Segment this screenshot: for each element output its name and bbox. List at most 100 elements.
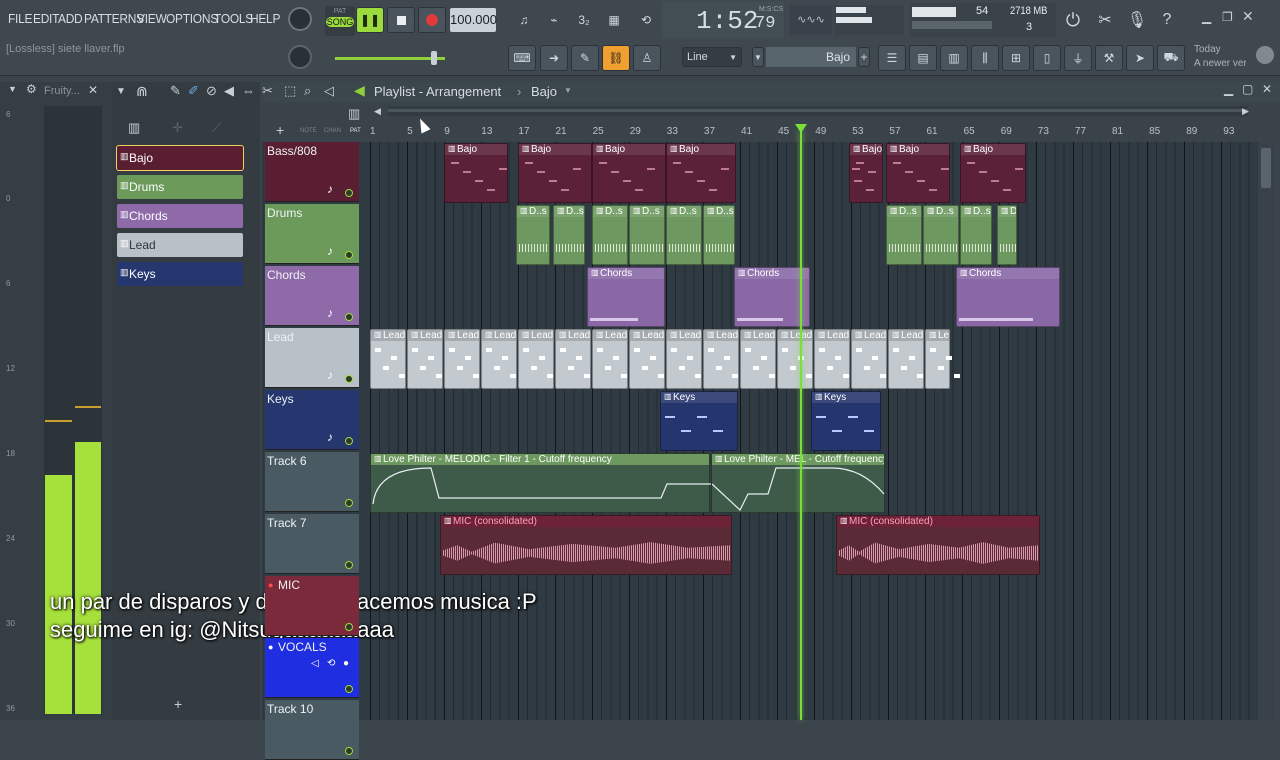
- clip-chords[interactable]: Chords ▥: [956, 267, 1060, 327]
- gear-icon[interactable]: ⚙: [26, 82, 37, 96]
- snap-select[interactable]: Line ▼: [682, 47, 742, 67]
- track-mute-indicator[interactable]: [345, 685, 353, 693]
- track-mute-indicator[interactable]: [345, 313, 353, 321]
- send-icon[interactable]: ➤: [1126, 45, 1154, 71]
- picker-item-drums[interactable]: ▥ Drums: [117, 175, 243, 199]
- tool-slip-icon[interactable]: ⇔: [242, 83, 255, 98]
- clip-mic[interactable]: MIC (consolidated) ▥: [836, 515, 1040, 575]
- loop-record-icon[interactable]: ⟲: [632, 7, 660, 33]
- piano-roll-icon[interactable]: ▤: [909, 45, 937, 71]
- minimize-icon[interactable]: ▁: [1202, 10, 1211, 24]
- playlist-minimize-icon[interactable]: ▁: [1224, 82, 1233, 96]
- clip-lead[interactable]: Lead▥: [777, 329, 813, 389]
- pencil-icon[interactable]: ✎: [571, 45, 599, 71]
- track-header-vocals[interactable]: ● VOCALS ◁ ⟲ ●: [265, 638, 359, 698]
- shop-icon[interactable]: ⛟: [1157, 45, 1185, 71]
- clip-bajo[interactable]: Bajo ▥: [886, 143, 950, 203]
- main-volume-slider[interactable]: [335, 51, 445, 65]
- track-header-lead[interactable]: Lead ♪: [265, 328, 359, 388]
- playlist-pattern[interactable]: Bajo: [531, 84, 557, 99]
- pattern-icon[interactable]: ▥: [348, 106, 360, 122]
- scroll-left-icon[interactable]: ◀: [374, 106, 381, 117]
- track-header-chords[interactable]: Chords ♪: [265, 266, 359, 326]
- playhead-marker-icon[interactable]: [795, 124, 807, 133]
- track-mute-indicator[interactable]: [345, 189, 353, 197]
- master-volume-knob[interactable]: [288, 7, 312, 31]
- clip-lead[interactable]: Lead▥: [518, 329, 554, 389]
- news-item[interactable]: A newer versi: [1194, 58, 1246, 69]
- playlist-maximize-icon[interactable]: ▢: [1242, 82, 1253, 96]
- pat-song-toggle[interactable]: PAT SONG: [325, 6, 355, 36]
- pattern-select[interactable]: Bajo: [766, 47, 856, 67]
- wait-input-icon[interactable]: ⌁: [540, 7, 568, 33]
- clip-lead[interactable]: Lead▥: [555, 329, 591, 389]
- menu-tools[interactable]: TOOLS: [214, 11, 253, 26]
- tool-mute-icon[interactable]: ◀: [224, 83, 234, 99]
- track-mute-indicator[interactable]: [345, 499, 353, 507]
- general-settings-icon[interactable]: ✂: [1092, 7, 1118, 33]
- help-icon[interactable]: ?: [1154, 7, 1180, 33]
- menu-add[interactable]: ADD: [58, 11, 83, 26]
- next-arrow-icon[interactable]: ➜: [540, 45, 568, 71]
- overview-scrollbar[interactable]: [388, 106, 1248, 116]
- clip-ds[interactable]: D..s▥: [553, 205, 585, 265]
- picker-item-keys[interactable]: ▥ Keys: [117, 262, 243, 286]
- clip-lead[interactable]: Lead▥: [481, 329, 517, 389]
- track-header-track-10[interactable]: Track 10: [265, 700, 359, 760]
- restore-icon[interactable]: ❐: [1222, 10, 1233, 24]
- clip-bajo[interactable]: Bajo ▥: [592, 143, 666, 203]
- clip-chords[interactable]: Chords ▥: [587, 267, 665, 327]
- clip-lead[interactable]: Lead▥: [592, 329, 628, 389]
- magnet-icon[interactable]: ⋒: [136, 83, 148, 100]
- channel-rack-icon[interactable]: ▥: [940, 45, 968, 71]
- track-mute-indicator[interactable]: [345, 561, 353, 569]
- clip-lead[interactable]: Lead▥: [666, 329, 702, 389]
- menu-file[interactable]: FILE: [8, 11, 32, 26]
- song-time-display[interactable]: 1:52 M:S:CS 79: [662, 2, 784, 38]
- track-header-keys[interactable]: Keys ♪: [265, 390, 359, 450]
- picker-mode-icon[interactable]: ▥: [128, 120, 140, 136]
- menu-edit[interactable]: EDIT: [33, 11, 59, 26]
- clip-ds[interactable]: D..s▥: [703, 205, 735, 265]
- clip-ds[interactable]: D..s▥: [997, 205, 1017, 265]
- vertical-scrollbar[interactable]: [1258, 142, 1274, 720]
- record-arm-icon[interactable]: ●: [268, 580, 273, 590]
- audio-settings-icon[interactable]: ⏻: [1060, 7, 1086, 33]
- track-mute-indicator[interactable]: [345, 375, 353, 383]
- track-header-track-6[interactable]: Track 6: [265, 452, 359, 512]
- stamp-icon[interactable]: ♙: [633, 45, 661, 71]
- step-edit-icon[interactable]: ▦: [600, 7, 628, 33]
- pause-button[interactable]: ❚❚: [356, 7, 384, 33]
- playhead[interactable]: [800, 130, 802, 720]
- menu-options[interactable]: OPTIONS: [166, 11, 218, 26]
- plugin-icon[interactable]: ⏚: [1064, 45, 1092, 71]
- link-icon[interactable]: ⛓: [602, 45, 630, 71]
- clip-lead[interactable]: Lead▥: [444, 329, 480, 389]
- add-track-icon[interactable]: +: [174, 696, 182, 712]
- clip-ds[interactable]: D..s▥: [629, 205, 665, 265]
- clip-lead[interactable]: Lead▥: [370, 329, 406, 389]
- browser-icon[interactable]: ⊞: [1002, 45, 1030, 71]
- pattern-select-arrow[interactable]: ▼: [752, 47, 764, 67]
- clip-ds[interactable]: D..s▥: [923, 205, 959, 265]
- microphone-icon[interactable]: 🎙: [1124, 7, 1150, 33]
- chevron-down-icon[interactable]: ▼: [116, 86, 126, 97]
- clip-chords[interactable]: Chords ▥: [734, 267, 810, 327]
- add-marker-icon[interactable]: +: [276, 122, 284, 138]
- tool-select-icon[interactable]: ⬚: [284, 83, 296, 99]
- tools-icon[interactable]: ⚒: [1095, 45, 1123, 71]
- chevron-down-icon[interactable]: ▼: [8, 84, 17, 94]
- clip-bajo[interactable]: Bajo ▥: [849, 143, 883, 203]
- menu-help[interactable]: HELP: [250, 11, 280, 26]
- track-mute-indicator[interactable]: [345, 437, 353, 445]
- tool-pencil-icon[interactable]: ✎: [170, 83, 181, 99]
- master-pitch-knob[interactable]: [288, 45, 312, 69]
- picker-item-lead[interactable]: ▥ Lead: [117, 233, 243, 257]
- project-icon[interactable]: ▯: [1033, 45, 1061, 71]
- clip-keys[interactable]: Keys ▥: [811, 391, 881, 451]
- clip-ds[interactable]: D..s▥: [516, 205, 550, 265]
- tool-delete-icon[interactable]: ⊘: [206, 83, 217, 99]
- picker-item-chords[interactable]: ▥ Chords: [117, 204, 243, 228]
- track-header-drums[interactable]: Drums ♪: [265, 204, 359, 264]
- clip-lead[interactable]: Lead▥: [814, 329, 850, 389]
